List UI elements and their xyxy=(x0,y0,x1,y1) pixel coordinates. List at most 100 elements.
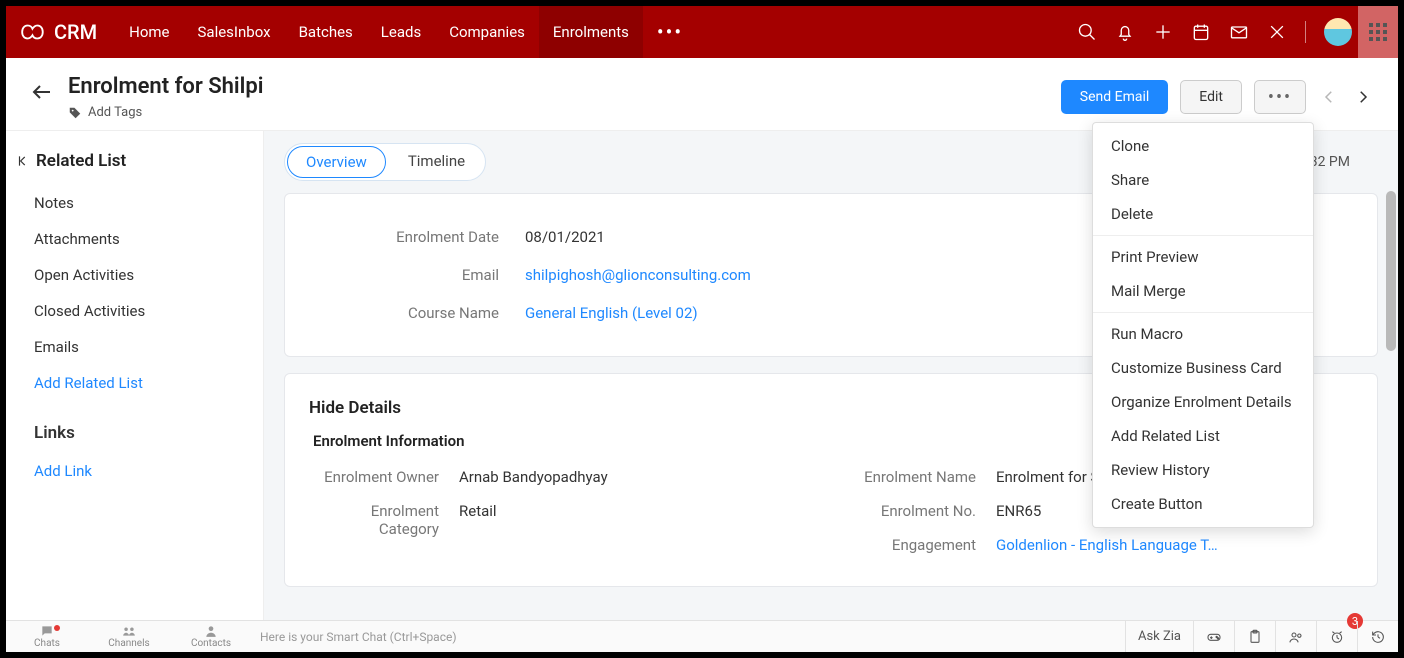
dd-print-preview[interactable]: Print Preview xyxy=(1093,240,1313,274)
sidebar: Related List Notes Attachments Open Acti… xyxy=(6,131,264,620)
logo-icon xyxy=(20,19,46,45)
more-actions-button[interactable]: ••• xyxy=(1254,80,1306,114)
footer-right: Ask Zia 3 xyxy=(1125,621,1398,652)
collapse-icon xyxy=(16,154,30,168)
info-label: Enrolment Name xyxy=(846,468,996,486)
sidebar-add-link[interactable]: Add Link xyxy=(34,453,243,489)
send-email-button[interactable]: Send Email xyxy=(1061,80,1169,114)
info-value: Arnab Bandyopadhyay xyxy=(459,468,608,486)
related-list-title: Related List xyxy=(36,151,126,171)
info-label: Engagement xyxy=(846,536,996,554)
ask-zia-button[interactable]: Ask Zia xyxy=(1125,621,1193,652)
add-tags[interactable]: Add Tags xyxy=(68,105,263,120)
app-grid-icon[interactable] xyxy=(1358,6,1398,58)
footer-left: Chats Channels Contacts xyxy=(6,621,252,652)
footer-bar: Chats Channels Contacts Here is your Sma… xyxy=(6,620,1398,652)
footer-tab-chats[interactable]: Chats xyxy=(6,621,88,652)
sidebar-item-closed-activities[interactable]: Closed Activities xyxy=(34,293,243,329)
dd-review-history[interactable]: Review History xyxy=(1093,453,1313,487)
next-record-icon[interactable] xyxy=(1352,86,1374,108)
dd-separator xyxy=(1093,312,1313,313)
field-value: 08/01/2021 xyxy=(525,228,605,246)
title-block: Enrolment for Shilpi Add Tags xyxy=(68,74,263,120)
info-value: Retail xyxy=(459,502,497,538)
field-label: Email xyxy=(345,266,525,284)
sidebar-item-attachments[interactable]: Attachments xyxy=(34,221,243,257)
gamepad-icon[interactable] xyxy=(1193,621,1234,652)
sidebar-item-emails[interactable]: Emails xyxy=(34,329,243,365)
sidebar-add-related-list[interactable]: Add Related List xyxy=(34,365,243,401)
dd-customize-card[interactable]: Customize Business Card xyxy=(1093,351,1313,385)
notification-dot-icon xyxy=(54,625,60,631)
tools-icon[interactable] xyxy=(1267,22,1287,42)
topbar-icons xyxy=(1077,18,1352,46)
bell-icon[interactable] xyxy=(1115,22,1135,42)
info-label: Enrolment Category xyxy=(309,502,459,538)
nav-leads[interactable]: Leads xyxy=(367,6,435,58)
info-value-engagement[interactable]: Goldenlion - English Language T… xyxy=(996,536,1218,554)
dd-share[interactable]: Share xyxy=(1093,163,1313,197)
avatar[interactable] xyxy=(1324,18,1352,46)
field-value-course[interactable]: General English (Level 02) xyxy=(525,304,698,322)
field-label: Enrolment Date xyxy=(345,228,525,246)
contacts-icon xyxy=(204,624,218,638)
scrollbar-thumb[interactable] xyxy=(1386,191,1396,351)
sidebar-item-open-activities[interactable]: Open Activities xyxy=(34,257,243,293)
topbar-divider xyxy=(1305,21,1306,43)
alarm-icon[interactable]: 3 xyxy=(1316,621,1357,652)
nav-more-icon[interactable]: ••• xyxy=(643,6,697,58)
page-header: Enrolment for Shilpi Add Tags Send Email… xyxy=(6,58,1398,130)
nav-salesinbox[interactable]: SalesInbox xyxy=(184,6,285,58)
clipboard-icon[interactable] xyxy=(1234,621,1275,652)
smart-chat-hint[interactable]: Here is your Smart Chat (Ctrl+Space) xyxy=(260,630,457,644)
nav: Home SalesInbox Batches Leads Companies … xyxy=(115,6,697,58)
dd-organize-details[interactable]: Organize Enrolment Details xyxy=(1093,385,1313,419)
footer-tab-channels[interactable]: Channels xyxy=(88,621,170,652)
info-row: Enrolment Category Retail xyxy=(309,494,816,546)
tab-group: Overview Timeline xyxy=(284,143,486,181)
back-arrow-icon[interactable] xyxy=(30,80,54,104)
dd-create-button[interactable]: Create Button xyxy=(1093,487,1313,521)
info-label: Enrolment No. xyxy=(846,502,996,520)
nav-companies[interactable]: Companies xyxy=(435,6,539,58)
footer-tab-contacts[interactable]: Contacts xyxy=(170,621,252,652)
header-actions: Send Email Edit ••• Clone Share Delete P… xyxy=(1061,80,1374,114)
search-icon[interactable] xyxy=(1077,22,1097,42)
links-title: Links xyxy=(34,423,243,443)
more-actions-dropdown: Clone Share Delete Print Preview Mail Me… xyxy=(1092,122,1314,528)
tag-icon xyxy=(68,106,82,120)
edit-button[interactable]: Edit xyxy=(1180,80,1242,114)
brand-label: CRM xyxy=(54,20,97,44)
calendar-icon[interactable] xyxy=(1191,22,1211,42)
prev-record-icon xyxy=(1318,86,1340,108)
chat-icon xyxy=(40,624,54,638)
nav-home[interactable]: Home xyxy=(115,6,183,58)
sidebar-item-notes[interactable]: Notes xyxy=(34,185,243,221)
field-value-email[interactable]: shilpighosh@glionconsulting.com xyxy=(525,266,751,284)
logo[interactable]: CRM xyxy=(20,19,97,45)
footer-tab-label: Chats xyxy=(34,638,60,649)
field-label: Course Name xyxy=(345,304,525,322)
info-value: ENR65 xyxy=(996,502,1041,520)
people-icon[interactable] xyxy=(1275,621,1316,652)
dd-mail-merge[interactable]: Mail Merge xyxy=(1093,274,1313,308)
channels-icon xyxy=(122,624,136,638)
history-icon[interactable] xyxy=(1357,621,1398,652)
tab-timeline[interactable]: Timeline xyxy=(388,144,485,180)
dd-run-macro[interactable]: Run Macro xyxy=(1093,317,1313,351)
dd-add-related-list[interactable]: Add Related List xyxy=(1093,419,1313,453)
add-tags-label: Add Tags xyxy=(88,105,142,120)
dd-separator xyxy=(1093,235,1313,236)
info-row: Engagement Goldenlion - English Language… xyxy=(846,528,1353,562)
dd-delete[interactable]: Delete xyxy=(1093,197,1313,231)
top-bar: CRM Home SalesInbox Batches Leads Compan… xyxy=(6,6,1398,58)
footer-tab-label: Contacts xyxy=(191,638,231,649)
mail-icon[interactable] xyxy=(1229,22,1249,42)
info-label: Enrolment Owner xyxy=(309,468,459,486)
nav-enrolments[interactable]: Enrolments xyxy=(539,6,643,58)
nav-batches[interactable]: Batches xyxy=(285,6,367,58)
related-list-header[interactable]: Related List xyxy=(34,151,243,171)
tab-overview[interactable]: Overview xyxy=(287,146,386,178)
plus-icon[interactable] xyxy=(1153,22,1173,42)
dd-clone[interactable]: Clone xyxy=(1093,129,1313,163)
